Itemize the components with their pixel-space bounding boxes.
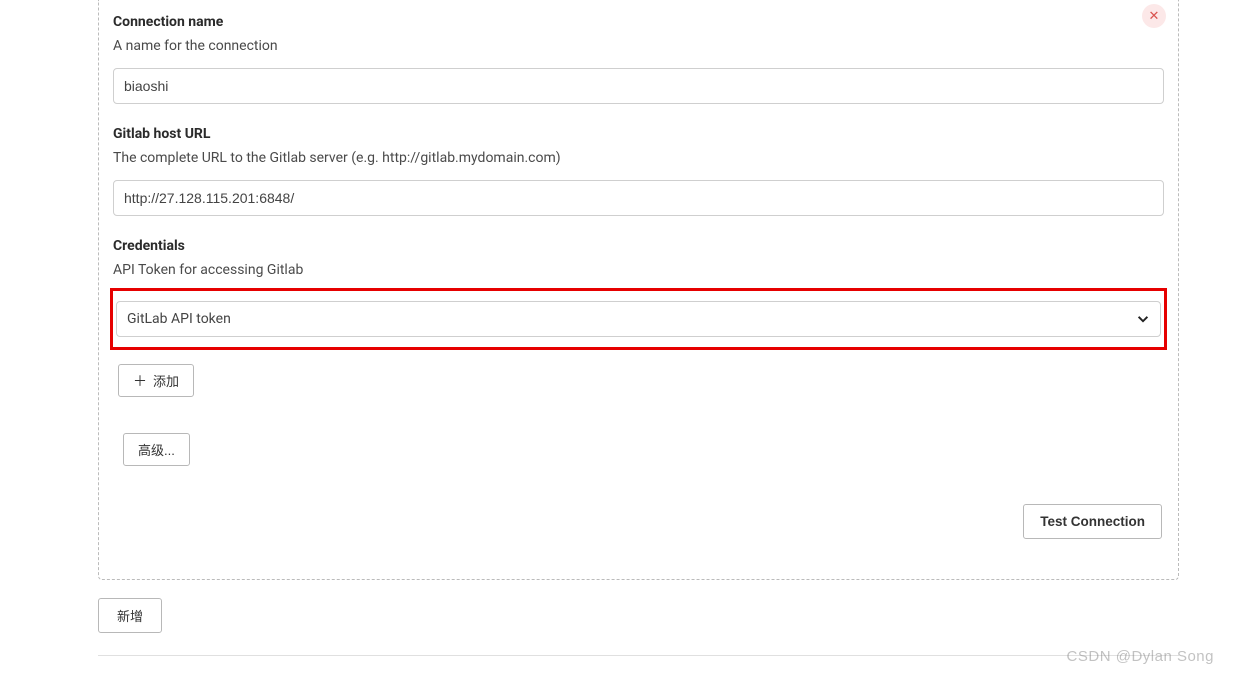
connection-name-input[interactable] [113,68,1164,104]
test-connection-button[interactable]: Test Connection [1023,504,1162,539]
test-connection-label: Test Connection [1040,514,1145,529]
credentials-label: Credentials [113,238,1164,254]
new-button[interactable]: 新增 [98,598,162,633]
host-url-label: Gitlab host URL [113,126,1164,142]
connection-form-panel: ✕ Connection name A name for the connect… [98,0,1179,580]
connection-name-desc: A name for the connection [113,38,1164,54]
watermark: CSDN @Dylan Song [1067,648,1214,665]
plus-icon: ＋ [133,374,147,388]
host-url-field-group: Gitlab host URL The complete URL to the … [113,126,1164,216]
close-icon: ✕ [1149,10,1160,23]
advanced-button[interactable]: 高级... [123,433,190,466]
section-divider [98,655,1179,656]
advanced-button-label: 高级... [138,440,175,459]
connection-name-field-group: Connection name A name for the connectio… [113,14,1164,104]
credentials-desc: API Token for accessing Gitlab [113,262,1164,278]
credentials-field-group: Credentials API Token for accessing Gitl… [113,238,1164,466]
new-button-label: 新增 [117,606,143,625]
close-button[interactable]: ✕ [1142,4,1166,28]
add-button-label: 添加 [153,371,179,390]
host-url-desc: The complete URL to the Gitlab server (e… [113,150,1164,166]
connection-name-label: Connection name [113,14,1164,30]
add-button[interactable]: ＋ 添加 [118,364,194,397]
credentials-highlight: GitLab API token [110,288,1167,350]
chevron-down-icon [1136,312,1150,326]
credentials-selected-value: GitLab API token [127,311,231,327]
host-url-input[interactable] [113,180,1164,216]
credentials-select[interactable]: GitLab API token [116,301,1161,337]
